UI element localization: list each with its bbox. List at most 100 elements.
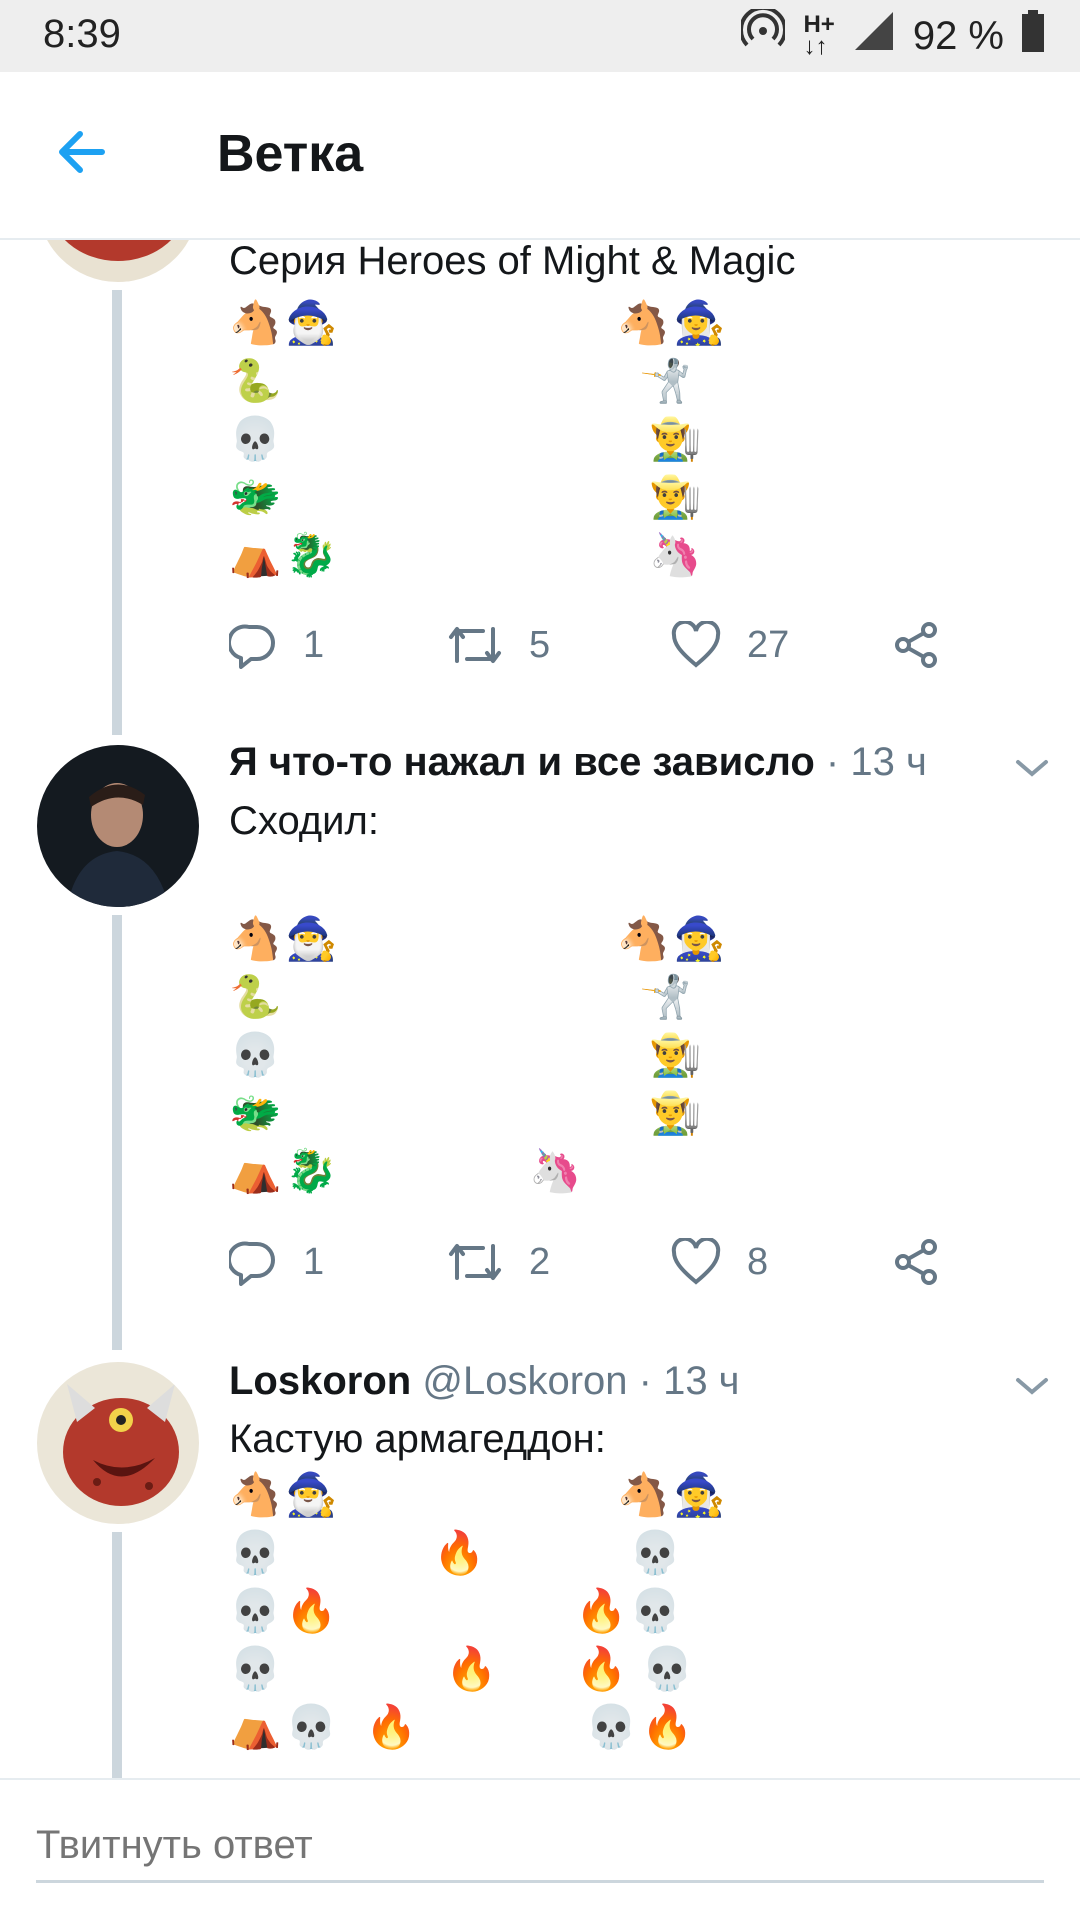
- avatar-user[interactable]: [37, 745, 199, 907]
- tweet-text: Сходил:: [229, 799, 379, 843]
- emoji-fire: 🔥: [285, 1586, 338, 1635]
- battery-percent: 92 %: [912, 13, 1004, 58]
- author-handle[interactable]: @Loskoron: [422, 1359, 627, 1403]
- like-count: 27: [747, 623, 790, 666]
- tweet-text: Кастую армагеддон:: [229, 1417, 606, 1461]
- heart-icon: [671, 1238, 721, 1285]
- like-button[interactable]: 27: [671, 615, 789, 675]
- emoji-fire: 🔥: [433, 1528, 486, 1577]
- app-bar: Ветка: [0, 72, 1080, 240]
- emoji-snake: 🐍: [229, 972, 282, 1021]
- emoji-farmer: 👨‍🌾: [649, 472, 702, 521]
- emoji-dragon: 🐉: [285, 530, 338, 579]
- retweet-count: 2: [529, 1240, 551, 1283]
- reply-button[interactable]: 1: [229, 615, 324, 675]
- chevron-down-icon[interactable]: [1012, 748, 1052, 788]
- emoji-mage: 🧙‍♂️: [285, 298, 338, 347]
- emoji-fire: 🔥: [575, 1586, 628, 1635]
- page-title: Ветка: [217, 125, 364, 183]
- emoji-skull: 💀: [229, 1030, 282, 1079]
- emoji-fencer: 🤺: [639, 972, 692, 1021]
- emoji-skull: 💀: [229, 1644, 282, 1693]
- retweet-icon: [449, 1244, 501, 1280]
- emoji-snake: 🐍: [229, 356, 282, 405]
- emoji-board-1: 🐴 🧙‍♂️ 🐍 💀 🐲 ⛺ 🐉 🐴 🧙‍♀️ 🤺 👨‍🌾 👨‍🌾 🦄: [229, 296, 1029, 586]
- emoji-fire: 🔥: [445, 1644, 498, 1693]
- emoji-dragon-face: 🐲: [229, 472, 282, 521]
- emoji-fencer: 🤺: [639, 356, 692, 405]
- chevron-down-icon[interactable]: [1012, 1366, 1052, 1406]
- emoji-tent: ⛺: [229, 530, 282, 579]
- thread-line: [112, 1532, 122, 1778]
- emoji-skull: 💀: [629, 1586, 682, 1635]
- tweet-3: Кастую армагеддон:: [229, 1414, 1049, 1464]
- emoji-skull: 💀: [641, 1644, 694, 1693]
- emoji-skull: 💀: [585, 1702, 638, 1751]
- separator-dot: ·: [638, 1359, 664, 1403]
- emoji-horse: 🐴: [617, 914, 670, 963]
- signal-icon: [853, 10, 895, 62]
- reply-button[interactable]: 1: [229, 1232, 324, 1292]
- emoji-mage: 🧙‍♀️: [673, 914, 726, 963]
- retweet-icon: [449, 627, 501, 663]
- emoji-unicorn: 🦄: [529, 1146, 582, 1195]
- emoji-mage: 🧙‍♂️: [285, 1470, 338, 1519]
- reply-bar: [0, 1778, 1080, 1920]
- tweet-2: Сходил:: [229, 796, 1049, 846]
- reply-icon: [229, 624, 275, 669]
- author-name[interactable]: Я что-то нажал и все зависло: [229, 740, 815, 784]
- emoji-mage: 🧙‍♂️: [285, 914, 338, 963]
- share-button[interactable]: [891, 1232, 941, 1292]
- emoji-dragon: 🐉: [285, 1146, 338, 1195]
- emoji-horse: 🐴: [229, 914, 282, 963]
- avatar-loskoron[interactable]: [37, 1362, 199, 1524]
- tweet-header: Я что-то нажал и все зависло · 13 ч: [229, 735, 927, 789]
- like-count: 8: [747, 1240, 769, 1283]
- reply-icon: [229, 1241, 275, 1286]
- retweet-button[interactable]: 2: [447, 1232, 550, 1292]
- share-icon: [895, 622, 937, 668]
- emoji-fire: 🔥: [641, 1702, 694, 1751]
- emoji-board-2: 🐴 🧙‍♂️ 🐍 💀 🐲 ⛺ 🐉 🦄 🐴 🧙‍♀️ 🤺 👨‍🌾 👨‍🌾: [229, 912, 1029, 1202]
- emoji-skull: 💀: [229, 1586, 282, 1635]
- emoji-tent: ⛺: [229, 1702, 282, 1751]
- emoji-farmer: 👨‍🌾: [649, 1030, 702, 1079]
- tweet-1: Серия Heroes of Might & Magic: [229, 236, 1049, 286]
- thread-line: [112, 915, 122, 1350]
- share-button[interactable]: [891, 615, 941, 675]
- emoji-skull: 💀: [229, 414, 282, 463]
- author-name[interactable]: Loskoron: [229, 1359, 411, 1403]
- emoji-horse: 🐴: [617, 298, 670, 347]
- separator-dot: ·: [825, 740, 851, 784]
- reply-input[interactable]: [36, 1810, 1044, 1883]
- retweet-button[interactable]: 5: [447, 615, 550, 675]
- emoji-skull: 💀: [285, 1702, 338, 1751]
- thread-line: [112, 290, 122, 735]
- network-type: H+ ↓↑: [803, 11, 835, 60]
- back-arrow-icon[interactable]: [52, 122, 112, 182]
- emoji-skull: 💀: [229, 1528, 282, 1577]
- hotspot-icon: [739, 5, 788, 63]
- status-time: 8:39: [43, 12, 121, 56]
- status-icons: H+ ↓↑ 92 %: [739, 5, 1044, 64]
- share-icon: [895, 1239, 937, 1285]
- emoji-mage: 🧙‍♀️: [673, 298, 726, 347]
- emoji-board-3: 🐴 🧙‍♂️ 🐴 🧙‍♀️ 💀 🔥 💀 💀 🔥 🔥 💀 💀 🔥 🔥 💀 ⛺ 💀 …: [229, 1468, 1029, 1768]
- emoji-horse: 🐴: [229, 1470, 282, 1519]
- like-button[interactable]: 8: [671, 1232, 768, 1292]
- tweet-actions: 1 5 27: [229, 615, 989, 675]
- retweet-count: 5: [529, 623, 551, 666]
- emoji-fire: 🔥: [575, 1644, 628, 1693]
- reply-count: 1: [303, 1240, 325, 1283]
- emoji-mage: 🧙‍♀️: [673, 1470, 726, 1519]
- tweet-actions: 1 2 8: [229, 1232, 989, 1292]
- emoji-farmer: 👨‍🌾: [649, 414, 702, 463]
- battery-icon: [1022, 10, 1044, 62]
- tweet-time: 13 ч: [663, 1359, 740, 1403]
- status-bar: 8:39 H+ ↓↑ 92 %: [0, 0, 1080, 72]
- heart-icon: [671, 621, 721, 668]
- emoji-unicorn: 🦄: [649, 530, 702, 579]
- emoji-fire: 🔥: [365, 1702, 418, 1751]
- tweet-time: 13 ч: [850, 740, 927, 784]
- emoji-farmer: 👨‍🌾: [649, 1088, 702, 1137]
